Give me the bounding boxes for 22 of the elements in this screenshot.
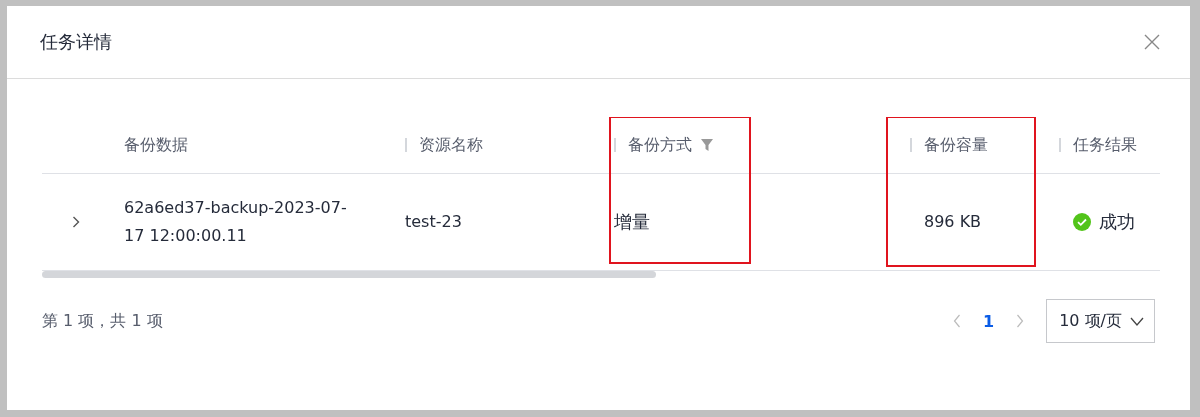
column-header: 资源名称 <box>419 134 483 156</box>
column-header: 备份数据 <box>124 134 188 156</box>
close-icon[interactable] <box>1144 34 1160 50</box>
table-cell-text: 增量 <box>614 210 650 234</box>
column-header: 备份容量 <box>924 134 988 156</box>
expand-chevron-icon[interactable] <box>72 216 80 228</box>
success-check-icon <box>1073 213 1091 231</box>
column-header: 任务结果 <box>1073 134 1137 156</box>
status-text: 成功 <box>1099 210 1135 234</box>
table-cell-text: test-23 <box>405 211 462 233</box>
page-number[interactable]: 1 <box>983 311 995 331</box>
dropdown-caret-icon <box>1130 316 1144 326</box>
next-page-icon[interactable] <box>1016 314 1025 328</box>
pagination-summary: 第 1 项，共 1 项 <box>42 310 163 332</box>
scrollbar-thumb[interactable] <box>42 271 656 278</box>
filter-icon[interactable] <box>700 138 714 152</box>
previous-page-icon[interactable] <box>953 314 961 328</box>
table-cell-text: 62a6ed37-backup-2023-07-17 12:00:00.11 <box>124 197 348 247</box>
dialog-title: 任务详情 <box>40 30 112 54</box>
page-size-select[interactable]: 10 项/页 <box>1046 299 1155 343</box>
table-cell-text: 896 KB <box>924 211 982 233</box>
column-header: 备份方式 <box>628 134 692 156</box>
